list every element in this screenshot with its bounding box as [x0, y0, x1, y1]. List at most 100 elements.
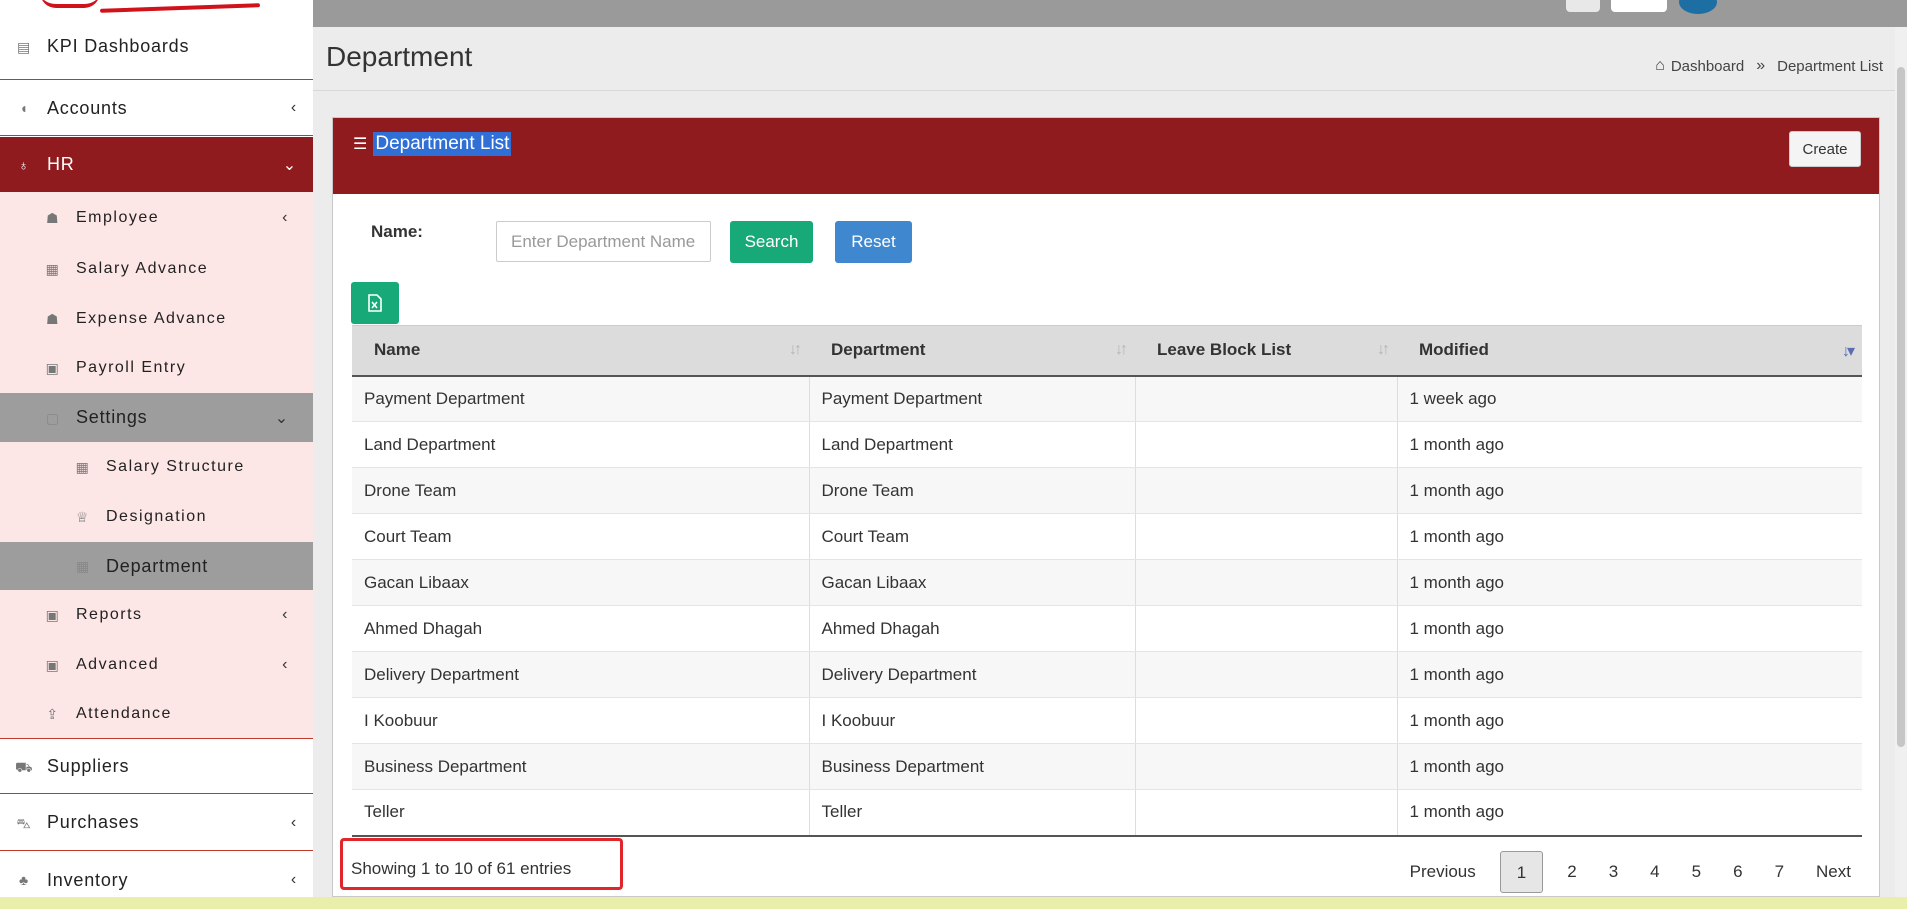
- pagination-page-7[interactable]: 7: [1759, 851, 1800, 893]
- sidebar-item-settings[interactable]: ▢ Settings ⌄: [0, 393, 313, 442]
- sidebar-item-salary-structure[interactable]: ▦ Salary Structure: [0, 442, 313, 492]
- table-row[interactable]: Land Department Land Department 1 month ag…: [352, 421, 1862, 468]
- cell-leave-block-list: [1135, 467, 1398, 514]
- pagination-next[interactable]: Next: [1800, 851, 1867, 893]
- scrollbar-thumb[interactable]: [1897, 67, 1905, 747]
- cell-name: Gacan Libaax: [352, 559, 810, 606]
- entries-info: Showing 1 to 10 of 61 entries: [351, 859, 572, 878]
- pagination-page-6[interactable]: 6: [1717, 851, 1758, 893]
- cell-department: Gacan Libaax: [809, 559, 1136, 606]
- table-row[interactable]: Gacan Libaax Gacan Libaax 1 month ago: [352, 559, 1862, 606]
- apps-icon[interactable]: [1566, 0, 1600, 12]
- sidebar-item-kpi-dashboards[interactable]: ▤ KPI Dashboards: [0, 14, 313, 80]
- dashboard-icon: ▤: [16, 38, 32, 55]
- chevron-left-icon: ‹: [290, 813, 297, 831]
- table-row[interactable]: Payment Department Payment Department 1 we…: [352, 375, 1862, 422]
- table-icon: ▦: [75, 558, 91, 574]
- cell-leave-block-list: [1135, 421, 1398, 468]
- sidebar-item-expense-advance[interactable]: ☗ Expense Advance: [0, 294, 313, 343]
- sidebar-item-label: Inventory: [47, 869, 129, 890]
- sidebar-item-accounts[interactable]: ◖ Accounts ‹: [0, 81, 313, 136]
- cell-name: Business Department: [352, 743, 810, 790]
- table-row[interactable]: Delivery Department Delivery Department 1 …: [352, 651, 1862, 698]
- department-list-card: ☰ Department List Create Name: Search Re…: [332, 117, 1880, 897]
- table-row[interactable]: Teller Teller 1 month ago: [352, 789, 1862, 837]
- sidebar-item-label: KPI Dashboards: [47, 36, 190, 56]
- pagination-page-2[interactable]: 2: [1551, 851, 1592, 893]
- chevron-left-icon: ‹: [282, 606, 289, 623]
- sidebar-item-purchases[interactable]: ⛍ Purchases ‹: [0, 795, 313, 851]
- cell-leave-block-list: [1135, 513, 1398, 560]
- search-button[interactable]: Search: [730, 221, 813, 263]
- cell-department: Land Department: [809, 421, 1136, 468]
- excel-export-button[interactable]: [351, 282, 399, 324]
- cell-leave-block-list: [1135, 697, 1398, 744]
- reset-button[interactable]: Reset: [835, 221, 912, 263]
- sidebar: ▤ KPI Dashboards ◖ Accounts ‹ ♁ HR ⌄ ☗ E…: [0, 0, 313, 898]
- sidebar-item-hr[interactable]: ♁ HR ⌄: [0, 137, 313, 192]
- id-card-icon: ▣: [45, 360, 61, 376]
- column-header-name[interactable]: Name ↓↑: [352, 325, 809, 377]
- pagination-page-5[interactable]: 5: [1676, 851, 1717, 893]
- column-header-department[interactable]: Department ↓↑: [809, 325, 1135, 377]
- breadcrumb-separator: »: [1756, 57, 1766, 74]
- cell-modified: 1 month ago: [1397, 605, 1862, 652]
- cell-department: Ahmed Dhagah: [809, 605, 1136, 652]
- bottom-bar: [0, 897, 1907, 909]
- sidebar-item-attendance[interactable]: ⇪ Attendance: [0, 690, 313, 739]
- table-row[interactable]: Drone Team Drone Team 1 month ago: [352, 467, 1862, 514]
- list-icon: ☰: [353, 136, 368, 153]
- excel-icon: [368, 294, 382, 312]
- sitemap-icon: ♣: [19, 872, 29, 888]
- report-icon: ▣: [45, 657, 61, 673]
- page-scrollbar[interactable]: [1895, 27, 1907, 897]
- column-header-leave-block-list[interactable]: Leave Block List ↓↑: [1135, 325, 1397, 377]
- pagination-previous[interactable]: Previous: [1394, 851, 1492, 893]
- cell-department: Court Team: [809, 513, 1136, 560]
- home-icon: ⌂: [1655, 57, 1665, 74]
- sidebar-item-reports[interactable]: ▣ Reports ‹: [0, 590, 313, 640]
- upload-icon: ⇪: [46, 706, 60, 722]
- table-row[interactable]: I Koobuur I Koobuur 1 month ago: [352, 697, 1862, 744]
- avatar[interactable]: [1679, 0, 1717, 14]
- piggy-bank-icon: ◖: [19, 100, 29, 116]
- top-navbar: [313, 0, 1907, 27]
- award-icon: ♁: [18, 156, 30, 173]
- sidebar-item-payroll-entry[interactable]: ▣ Payroll Entry: [0, 343, 313, 393]
- user-icon: ☗: [45, 310, 61, 327]
- breadcrumb-dashboard-link[interactable]: Dashboard: [1671, 58, 1744, 75]
- cell-name: Teller: [352, 789, 810, 837]
- cell-leave-block-list: [1135, 559, 1398, 606]
- topbar-dropdown[interactable]: [1611, 0, 1667, 12]
- logo[interactable]: [0, 0, 313, 14]
- chevron-left-icon: ‹: [290, 99, 297, 116]
- cell-name: Drone Team: [352, 467, 810, 514]
- table-row[interactable]: Court Team Court Team 1 month ago: [352, 513, 1862, 560]
- sidebar-item-salary-advance[interactable]: ▦ Salary Advance: [0, 244, 313, 294]
- sidebar-item-department[interactable]: ▦ Department: [0, 542, 313, 590]
- sidebar-item-label: Suppliers: [47, 756, 130, 776]
- cell-name: Payment Department: [352, 375, 810, 422]
- department-name-input[interactable]: [496, 221, 711, 262]
- sidebar-item-label: Expense Advance: [76, 309, 227, 327]
- pagination-page-3[interactable]: 3: [1593, 851, 1634, 893]
- sidebar-item-suppliers[interactable]: ⛟ Suppliers: [0, 740, 313, 794]
- sidebar-item-advanced[interactable]: ▣ Advanced ‹: [0, 640, 313, 690]
- column-header-modified[interactable]: Modified ↓▾: [1397, 325, 1862, 377]
- sidebar-item-designation[interactable]: ♕ Designation: [0, 492, 313, 542]
- sort-icon: ↓↑: [1377, 341, 1390, 358]
- card-header: ☰ Department List Create: [333, 118, 1879, 194]
- table-row[interactable]: Ahmed Dhagah Ahmed Dhagah 1 month ago: [352, 605, 1862, 652]
- cell-modified: 1 week ago: [1397, 375, 1862, 422]
- sidebar-item-employee[interactable]: ☗ Employee ‹: [0, 192, 313, 244]
- cell-leave-block-list: [1135, 651, 1398, 698]
- sidebar-item-inventory[interactable]: ♣ Inventory ‹: [0, 852, 313, 898]
- table-row[interactable]: Business Department Business Department 1 …: [352, 743, 1862, 790]
- table-icon: ▦: [75, 459, 91, 475]
- pagination-page-1[interactable]: 1: [1499, 851, 1544, 893]
- page-header: Department ⌂ Dashboard » Department List: [313, 27, 1907, 91]
- chevron-down-icon: ⌄: [282, 156, 297, 174]
- pagination-page-4[interactable]: 4: [1634, 851, 1675, 893]
- create-button[interactable]: Create: [1789, 131, 1861, 167]
- cell-leave-block-list: [1135, 743, 1398, 790]
